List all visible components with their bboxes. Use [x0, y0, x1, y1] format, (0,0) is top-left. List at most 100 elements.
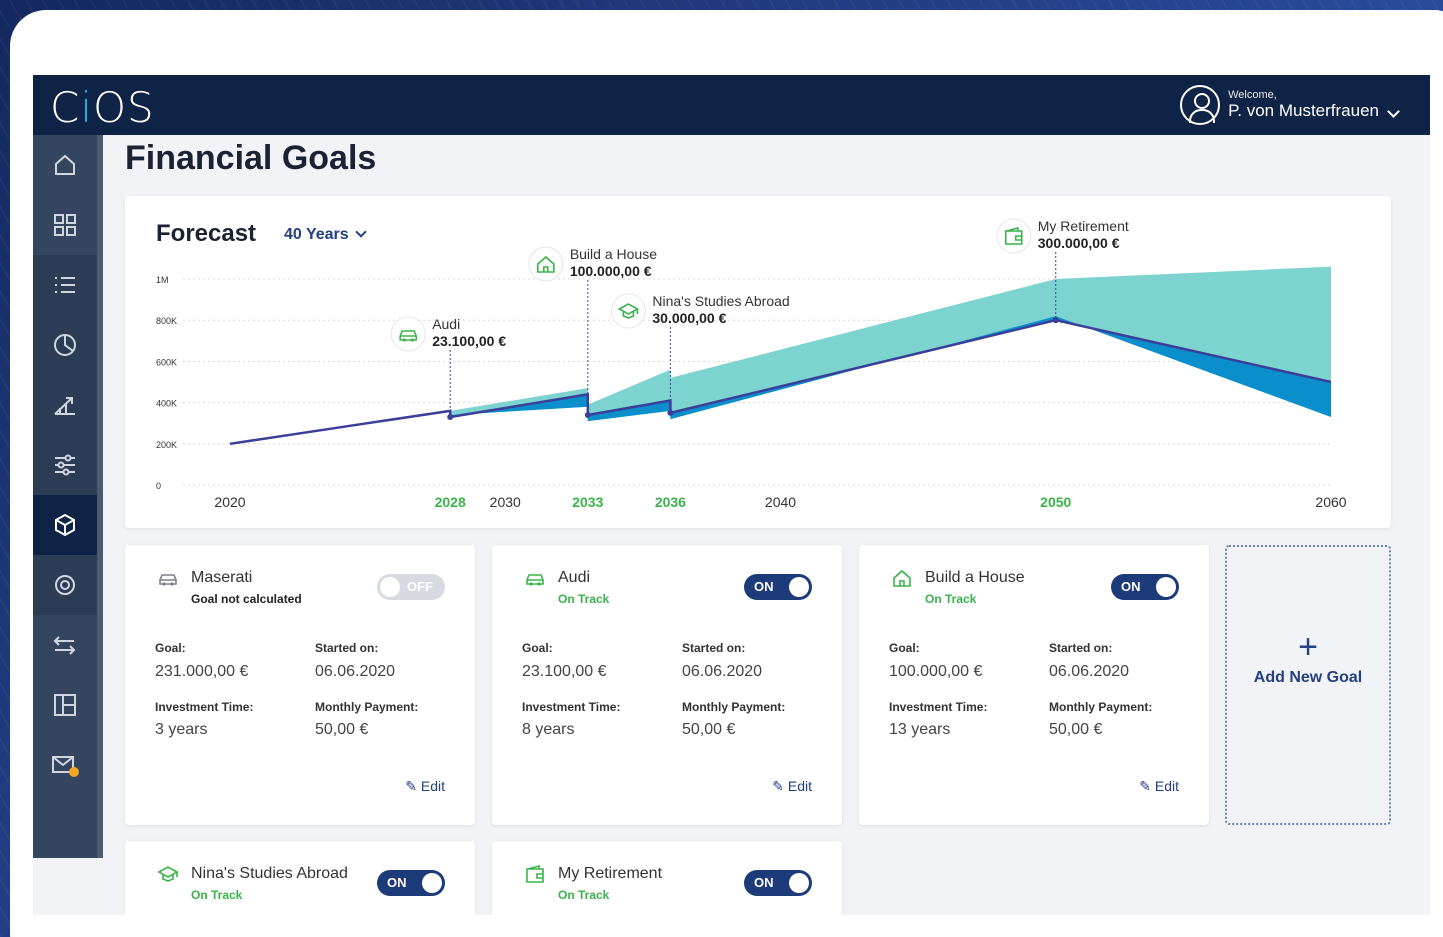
started-value: 06.06.2020 — [1049, 663, 1130, 680]
milestone-amount: 30.000,00 € — [652, 310, 726, 326]
milestone-amount: 100.000,00 € — [570, 263, 652, 279]
goal-toggle[interactable]: ON — [1111, 574, 1179, 600]
user-name: P. von Musterfrauen — [1228, 101, 1400, 121]
graduation-cap-icon — [157, 866, 179, 882]
avatar-icon — [1180, 85, 1221, 125]
goal-label: Goal: — [155, 641, 186, 655]
milestone-point[interactable] — [584, 411, 591, 418]
mail-icon — [52, 756, 79, 777]
car-icon — [526, 574, 544, 586]
goal-toggle[interactable]: OFF — [377, 574, 445, 600]
sidebar-item-home[interactable] — [33, 135, 97, 195]
goal-status: On Track — [925, 592, 977, 606]
sidebar-item-dashboard[interactable] — [33, 195, 97, 255]
edit-button[interactable]: ✎ Edit — [1139, 778, 1179, 795]
house-icon — [893, 569, 911, 587]
milestone-badge[interactable] — [610, 293, 646, 329]
monthly-payment-value: 50,00 € — [315, 721, 369, 738]
milestone-point[interactable] — [447, 414, 454, 421]
goal-card[interactable]: Build a House On Track ON Goal: 100.000,00 €… — [859, 545, 1209, 825]
cube-icon — [55, 513, 75, 537]
goal-toggle[interactable]: ON — [744, 870, 812, 896]
cios-logo[interactable]: CiOS — [50, 83, 155, 132]
goal-label: Goal: — [889, 641, 920, 655]
user-menu[interactable]: Welcome, P. von Musterfrauen — [1180, 85, 1400, 125]
y-tick-label: 200K — [156, 440, 177, 450]
monthly-payment-label: Monthly Payment: — [1049, 700, 1153, 714]
x-tick-label: 2040 — [765, 494, 796, 510]
goal-label: Goal: — [522, 641, 553, 655]
x-tick-label: 2030 — [490, 494, 521, 510]
started-value: 06.06.2020 — [682, 663, 763, 680]
x-tick-label: 2028 — [435, 494, 466, 510]
goal-toggle[interactable]: ON — [377, 870, 445, 896]
x-tick-label: 2033 — [572, 494, 603, 510]
milestone-amount: 300.000,00 € — [1038, 235, 1120, 251]
goal-status: On Track — [558, 592, 610, 606]
add-new-goal-button[interactable]: + Add New Goal — [1225, 545, 1391, 825]
investment-time-value: 8 years — [522, 721, 575, 738]
car-icon — [159, 574, 177, 586]
x-tick-label: 2050 — [1040, 494, 1071, 510]
sidebar-item-sync[interactable] — [33, 555, 97, 615]
sliders-icon — [55, 454, 75, 476]
goal-status: Goal not calculated — [191, 592, 302, 606]
milestone-point[interactable] — [1052, 317, 1059, 324]
goal-name: Audi — [558, 569, 591, 586]
sidebar-item-transfer[interactable] — [33, 615, 97, 675]
milestone-name: Nina's Studies Abroad — [652, 293, 789, 309]
investment-time-label: Investment Time: — [155, 700, 254, 714]
milestone-name: Build a House — [570, 246, 657, 262]
x-tick-label: 2060 — [1315, 494, 1346, 510]
milestone-badge[interactable] — [390, 316, 426, 352]
y-tick-label: 400K — [156, 399, 177, 409]
pie-chart-icon — [54, 334, 76, 356]
list-icon — [55, 277, 75, 293]
sidebar-item-list[interactable] — [33, 255, 97, 315]
pencil-icon: ✎ — [772, 778, 788, 794]
edit-button[interactable]: ✎ Edit — [772, 778, 812, 795]
goal-value: 23.100,00 € — [522, 663, 607, 680]
top-bar: CiOS Welcome, P. von Musterfrauen — [33, 75, 1430, 135]
milestone-amount: 23.100,00 € — [432, 333, 506, 349]
dashboard-icon — [54, 214, 76, 236]
milestone-badge[interactable] — [996, 218, 1032, 254]
forecast-chart: 1M 800K 600K 400K 200K 0 Audi23.100,00 € Build … — [156, 218, 1347, 510]
goal-card[interactable]: Nina's Studies Abroad On Track ON — [125, 841, 475, 915]
started-label: Started on: — [1049, 641, 1113, 655]
sync-icon — [55, 575, 75, 595]
sidebar-item-settings[interactable] — [33, 435, 97, 495]
monthly-payment-label: Monthly Payment: — [682, 700, 786, 714]
sidebar-item-growth[interactable] — [33, 375, 97, 435]
investment-time-label: Investment Time: — [522, 700, 621, 714]
add-new-goal-label: Add New Goal — [1253, 669, 1363, 686]
goal-name: Maserati — [191, 569, 253, 586]
plus-icon: + — [1298, 628, 1318, 666]
sidebar-item-layout[interactable] — [33, 675, 97, 735]
milestone-point[interactable] — [667, 409, 674, 416]
goal-toggle[interactable]: ON — [744, 574, 812, 600]
forecast-card: Forecast 40 Years 1M 800K 600K 400K 200K 0 Aud… — [125, 196, 1391, 528]
edit-button[interactable]: ✎ Edit — [405, 778, 445, 795]
milestone-name: My Retirement — [1038, 218, 1129, 234]
monthly-payment-value: 50,00 € — [1049, 721, 1103, 738]
y-tick-label: 1M — [156, 275, 169, 285]
goal-card[interactable]: Audi On Track ON Goal: 23.100,00 € Started on… — [492, 545, 842, 825]
sidebar-item-pie[interactable] — [33, 315, 97, 375]
goal-status: On Track — [191, 888, 243, 902]
y-tick-label: 800K — [156, 316, 177, 326]
milestone-badge[interactable] — [528, 246, 564, 282]
investment-time-value: 13 years — [889, 721, 951, 738]
app-window: CiOS Welcome, P. von Musterfrauen Financ… — [33, 75, 1430, 915]
sidebar-item-goals[interactable] — [33, 495, 97, 555]
goal-card[interactable]: My Retirement On Track ON — [492, 841, 842, 915]
chevron-down-icon — [1387, 105, 1400, 118]
pencil-icon: ✎ — [405, 778, 421, 794]
goal-card[interactable]: Maserati Goal not calculated OFF Goal: 231.0… — [125, 545, 475, 825]
sidebar-item-mail[interactable] — [33, 735, 97, 795]
growth-chart-icon — [54, 397, 75, 415]
investment-time-value: 3 years — [155, 721, 208, 738]
home-icon — [55, 154, 75, 175]
goal-name: My Retirement — [558, 865, 663, 882]
investment-time-label: Investment Time: — [889, 700, 988, 714]
